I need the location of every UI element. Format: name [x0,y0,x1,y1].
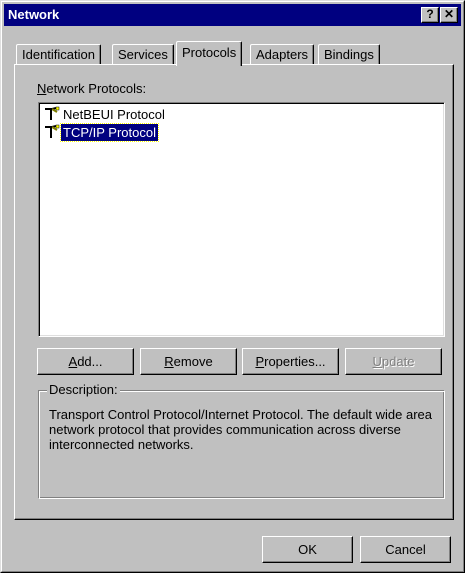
access-key-letter: R [164,354,174,369]
dialog-frame: Network ? ✕ Identification Services Prot… [1,1,464,572]
label-rest: etwork Protocols: [46,81,147,96]
tab-identification[interactable]: Identification [16,44,101,65]
network-dialog: Network ? ✕ Identification Services Prot… [0,0,465,573]
properties-button[interactable]: Properties... [242,348,339,375]
network-protocol-icon [43,106,61,122]
add-button[interactable]: Add... [37,348,134,375]
button-label-rest: dd... [77,354,103,369]
window-title: Network [8,7,60,22]
tab-protocols[interactable]: Protocols [176,41,243,66]
remove-button[interactable]: Remove [140,348,237,375]
protocol-glyph [45,106,60,120]
help-button[interactable]: ? [421,7,439,23]
tab-services[interactable]: Services [112,44,174,65]
tab-bindings[interactable]: Bindings [318,44,380,65]
protocols-tab-panel: Network Protocols: NetBEUI Protocol TCP/… [14,64,454,520]
description-text: Transport Control Protocol/Internet Prot… [49,407,432,452]
protocols-listbox[interactable]: NetBEUI Protocol TCP/IP Protocol [38,102,445,337]
ok-button[interactable]: OK [262,536,353,563]
button-label-rest: pdate [381,354,415,369]
list-item-label: NetBEUI Protocol [63,107,165,122]
button-label-rest: emove [173,354,213,369]
cancel-button[interactable]: Cancel [360,536,451,563]
access-key-letter: U [372,354,382,369]
description-groupbox: Description: Transport Control Protocol/… [38,382,445,499]
close-button[interactable]: ✕ [440,7,458,23]
list-item-netbeui[interactable]: NetBEUI Protocol [43,106,167,123]
access-key-letter: P [255,354,265,369]
list-item-tcpip[interactable]: TCP/IP Protocol [43,123,159,142]
title-bar[interactable]: Network ? ✕ [4,4,461,26]
protocol-glyph [45,124,60,138]
tab-adapters[interactable]: Adapters [250,44,315,65]
button-label-rest: roperties... [264,354,326,369]
network-protocols-label: Network Protocols: [37,81,146,96]
list-item-label: TCP/IP Protocol [60,123,159,142]
update-button[interactable]: Update [345,348,442,375]
description-title: Description: [47,382,120,397]
access-key-letter: N [37,81,47,96]
access-key-letter: A [68,354,78,369]
network-protocol-icon [43,124,61,140]
